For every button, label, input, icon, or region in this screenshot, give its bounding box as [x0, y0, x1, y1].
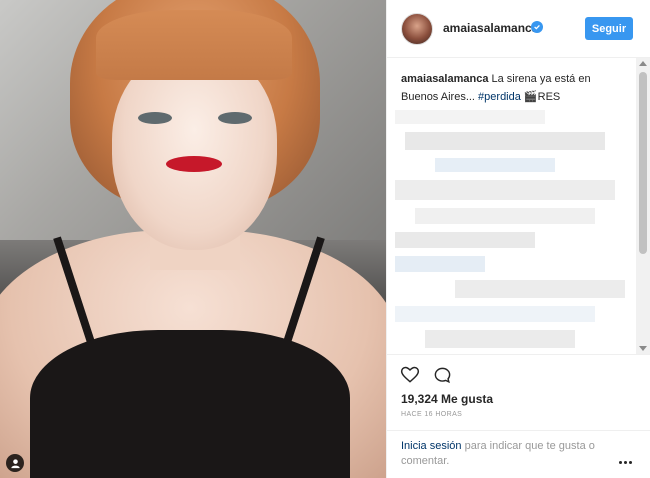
caption-hashtag[interactable]: #perdida	[478, 91, 521, 103]
blurred-comments	[395, 110, 631, 354]
comments-scrollbar[interactable]	[636, 58, 650, 354]
verified-badge-icon	[531, 21, 543, 33]
photo-bangs	[96, 10, 292, 80]
heart-icon[interactable]	[399, 364, 421, 386]
avatar[interactable]	[401, 13, 433, 45]
photo-face	[112, 50, 277, 250]
post-photo[interactable]	[0, 0, 386, 478]
comment-icon[interactable]	[431, 364, 453, 386]
post-header: amaiasalamanca Seguir	[387, 0, 650, 58]
photo-lips	[166, 156, 222, 172]
likes-count[interactable]: 19,324 Me gusta	[401, 392, 493, 406]
post-actions: 19,324 Me gusta HACE 16 HORAS Inicia ses…	[387, 354, 650, 478]
comments-area: amaiasalamanca La sirena ya está en Buen…	[387, 58, 637, 354]
scroll-up-arrow-icon[interactable]	[639, 61, 647, 66]
login-link[interactable]: Inicia sesión	[401, 440, 462, 452]
caption: amaiasalamanca La sirena ya está en Buen…	[401, 70, 623, 106]
scroll-down-arrow-icon[interactable]	[639, 346, 647, 351]
photo-dress	[30, 330, 350, 478]
caption-username[interactable]: amaiasalamanca	[401, 73, 488, 85]
login-prompt: Inicia sesión para indicar que te gusta …	[387, 430, 650, 478]
more-options-icon[interactable]	[619, 458, 635, 466]
follow-button[interactable]: Seguir	[585, 17, 633, 40]
scrollbar-thumb[interactable]	[639, 72, 647, 254]
photo-right-eye	[218, 112, 252, 124]
photo-left-eye	[138, 112, 172, 124]
post-panel: amaiasalamanca Seguir amaiasalamanca La …	[386, 0, 650, 478]
post-time[interactable]: HACE 16 HORAS	[401, 411, 462, 418]
user-tag-icon[interactable]	[6, 454, 24, 472]
caption-emoji: 🎬RES	[520, 91, 561, 103]
header-username[interactable]: amaiasalamanca	[443, 21, 538, 35]
